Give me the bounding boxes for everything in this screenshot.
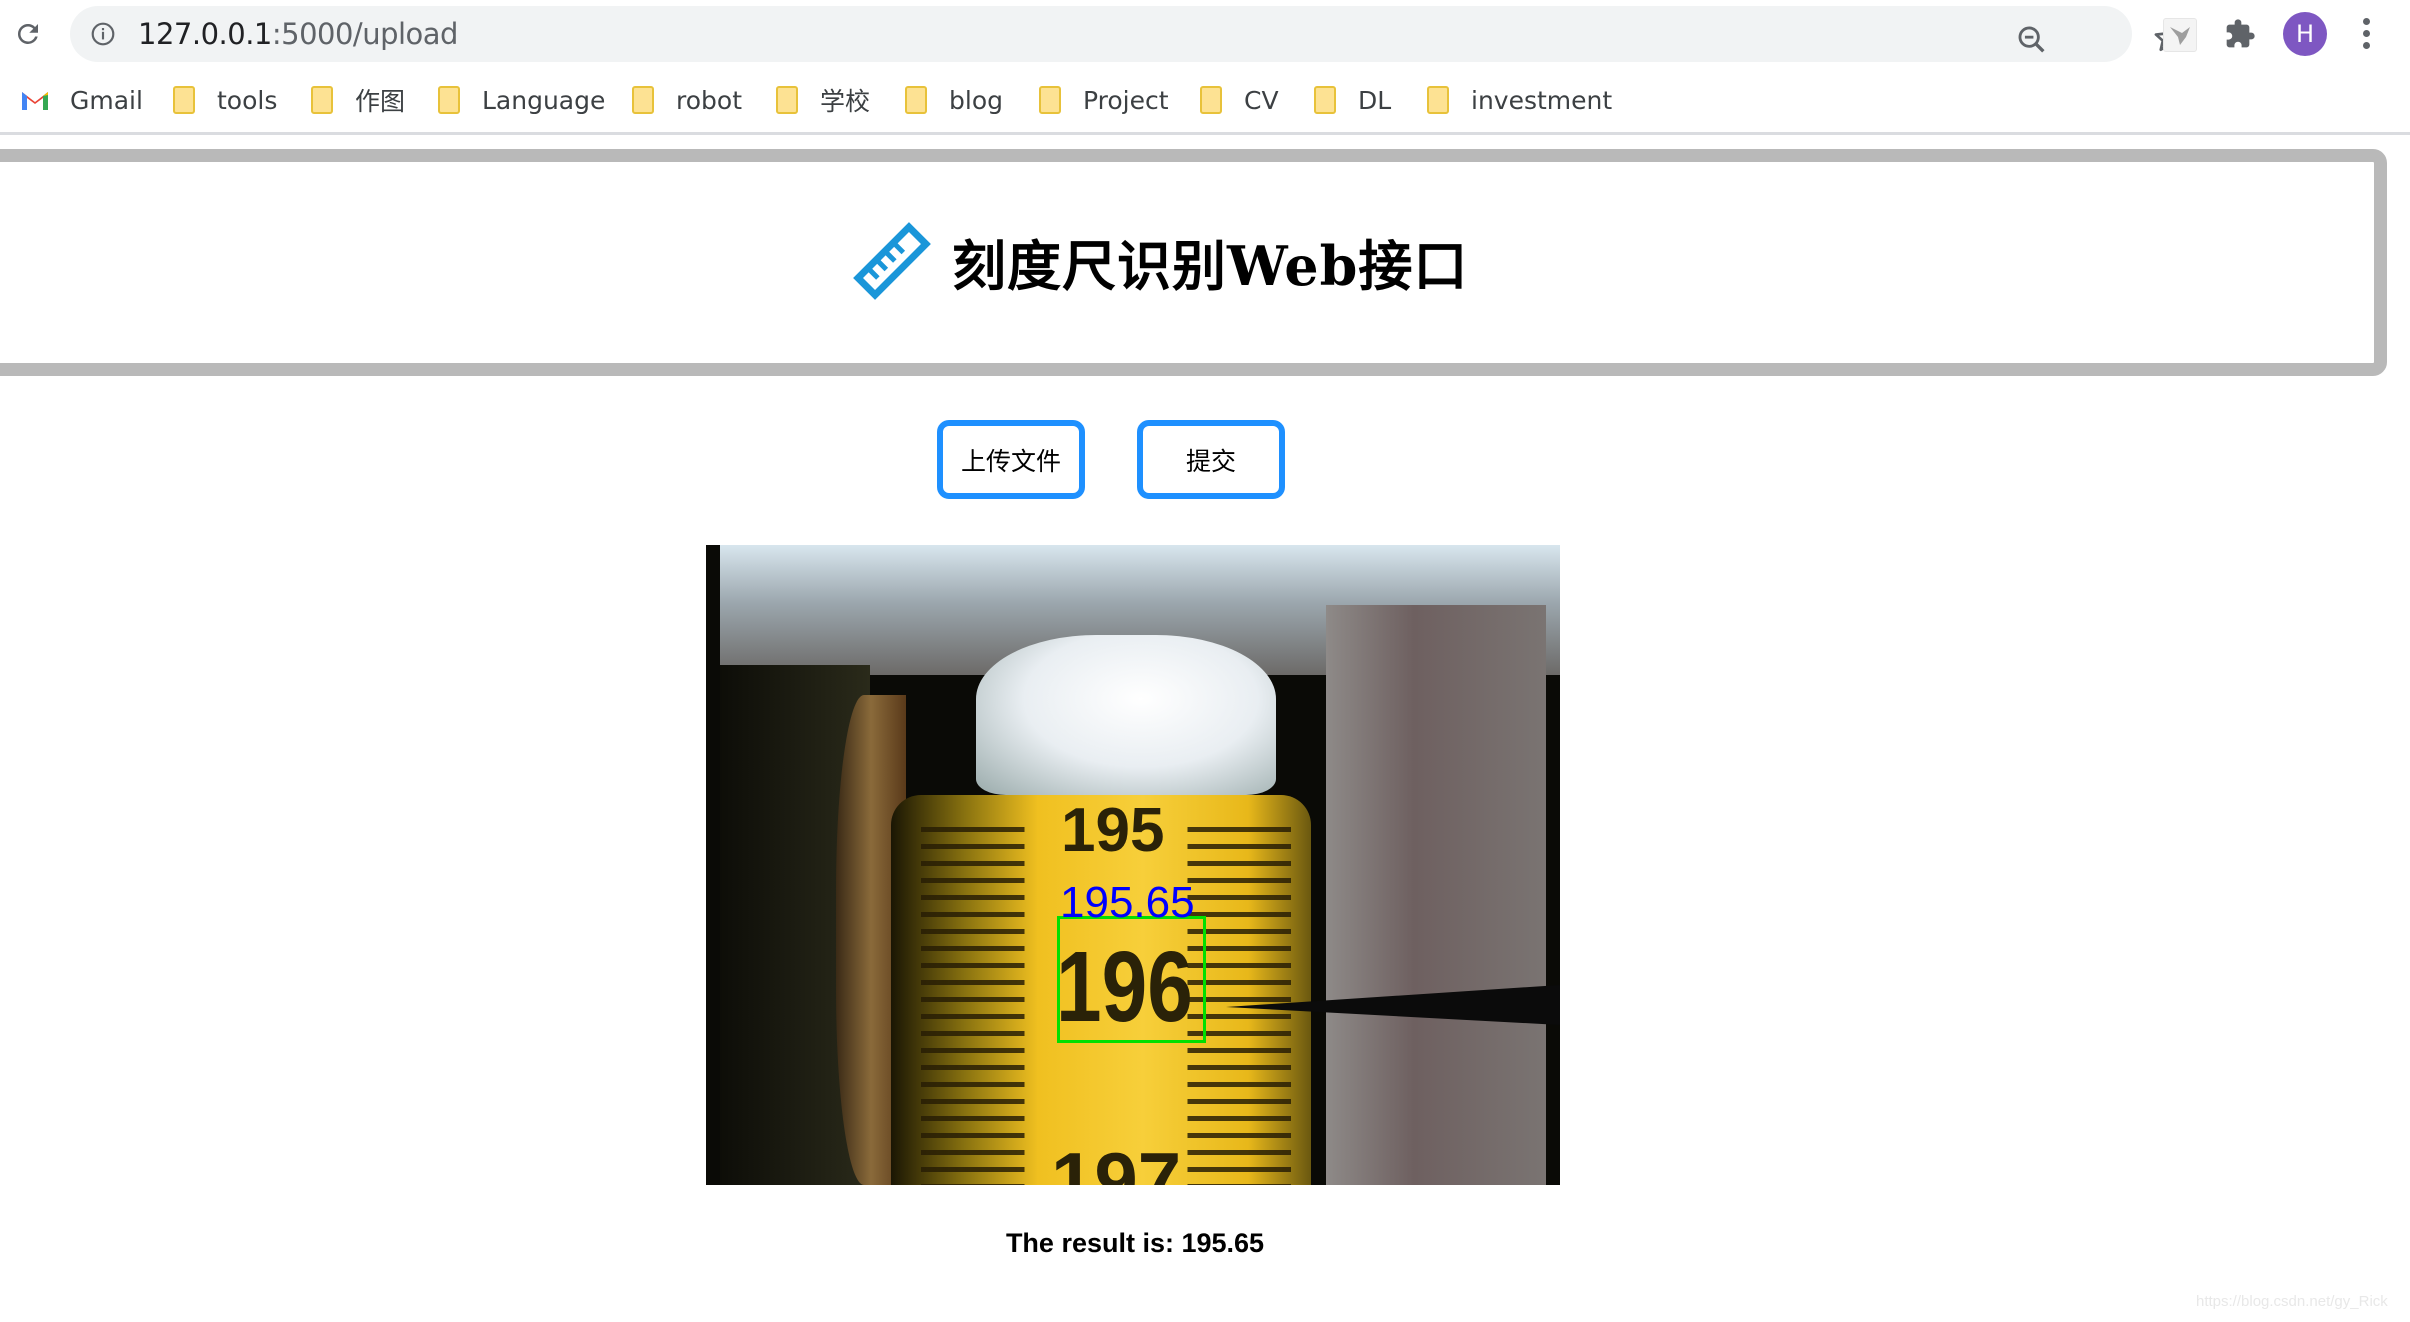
avatar-initial: H bbox=[2295, 20, 2315, 48]
folder-icon bbox=[1427, 86, 1449, 114]
extension-bird-icon bbox=[2170, 27, 2190, 45]
folder-icon bbox=[311, 86, 333, 114]
bookmark-blog[interactable]: blog bbox=[905, 80, 1003, 120]
folder-icon bbox=[632, 86, 654, 114]
bookmark-robot[interactable]: robot bbox=[632, 80, 742, 120]
bookmark-label: tools bbox=[217, 85, 278, 115]
bookmark-label: DL bbox=[1358, 85, 1392, 115]
bookmark-label: Gmail bbox=[70, 85, 143, 115]
bookmark-gmail[interactable]: Gmail bbox=[20, 80, 143, 120]
extensions-puzzle-icon[interactable] bbox=[2224, 18, 2256, 50]
bookmark-label: 学校 bbox=[820, 87, 871, 116]
bookmark-label: blog bbox=[949, 85, 1003, 115]
bookmark-label: Language bbox=[482, 85, 606, 115]
image-highlight bbox=[976, 635, 1276, 795]
image-metal-frame bbox=[1326, 605, 1546, 1185]
zoom-out-icon[interactable] bbox=[2015, 23, 2049, 57]
bookmark-project[interactable]: Project bbox=[1039, 80, 1169, 120]
bookmark-tools[interactable]: tools bbox=[173, 80, 277, 120]
result-image: 195 196 197 195.65 bbox=[706, 545, 1560, 1185]
page-title-group: 刻度尺识别Web接口 bbox=[850, 220, 1468, 302]
bookmark-label: CV bbox=[1244, 85, 1279, 115]
url-host: 127.0.0.1 bbox=[138, 17, 272, 51]
result-text: The result is: 195.65 bbox=[1005, 1228, 1265, 1258]
bookmark-label: 作图 bbox=[355, 87, 406, 116]
reload-button[interactable] bbox=[10, 16, 46, 52]
bookmark-label: investment bbox=[1471, 85, 1613, 115]
bookmark-investment[interactable]: investment bbox=[1427, 80, 1612, 120]
folder-icon bbox=[1314, 86, 1336, 114]
url-text[interactable]: 127.0.0.1:5000/upload bbox=[138, 16, 458, 52]
folder-icon bbox=[905, 86, 927, 114]
menu-icon[interactable] bbox=[2360, 18, 2372, 54]
folder-icon bbox=[1200, 86, 1222, 114]
profile-avatar[interactable]: H bbox=[2283, 12, 2327, 56]
page-title: 刻度尺识别Web接口 bbox=[952, 233, 1469, 298]
scale-number: 195 bbox=[1061, 796, 1165, 865]
address-bar[interactable]: 127.0.0.1:5000/upload bbox=[70, 6, 2184, 62]
ruler-icon bbox=[853, 222, 931, 300]
bookmark-zuotu[interactable]: 作图 bbox=[311, 80, 405, 120]
watermark: https://blog.csdn.net/gy_Rick bbox=[2196, 1293, 2388, 1310]
bookmark-cv[interactable]: CV bbox=[1200, 80, 1279, 120]
folder-icon bbox=[776, 86, 798, 114]
folder-icon bbox=[173, 86, 195, 114]
extension-bird-button[interactable] bbox=[2163, 18, 2197, 52]
upload-file-button[interactable]: 上传文件 bbox=[937, 420, 1085, 499]
url-path: :5000/upload bbox=[271, 17, 459, 51]
scale-number: 197 bbox=[1051, 1136, 1182, 1185]
reload-icon bbox=[17, 23, 38, 44]
gmail-icon bbox=[22, 92, 48, 110]
browser-toolbar: 127.0.0.1:5000/upload H bbox=[0, 0, 2410, 68]
bookmark-label: Project bbox=[1083, 85, 1169, 115]
bookmark-dl[interactable]: DL bbox=[1314, 80, 1391, 120]
bookmark-language[interactable]: Language bbox=[438, 80, 605, 120]
bookmark-xuexiao[interactable]: 学校 bbox=[776, 80, 870, 120]
submit-button[interactable]: 提交 bbox=[1137, 420, 1285, 499]
bookmark-label: robot bbox=[676, 85, 742, 115]
detection-label: 195.65 bbox=[1060, 878, 1195, 927]
info-icon[interactable] bbox=[90, 21, 116, 47]
folder-icon bbox=[438, 86, 460, 114]
bookmarks-bar: Gmail tools 作图 Language robot 学校 blog Pr… bbox=[0, 68, 2410, 135]
folder-icon bbox=[1039, 86, 1061, 114]
detection-box bbox=[1057, 916, 1206, 1043]
